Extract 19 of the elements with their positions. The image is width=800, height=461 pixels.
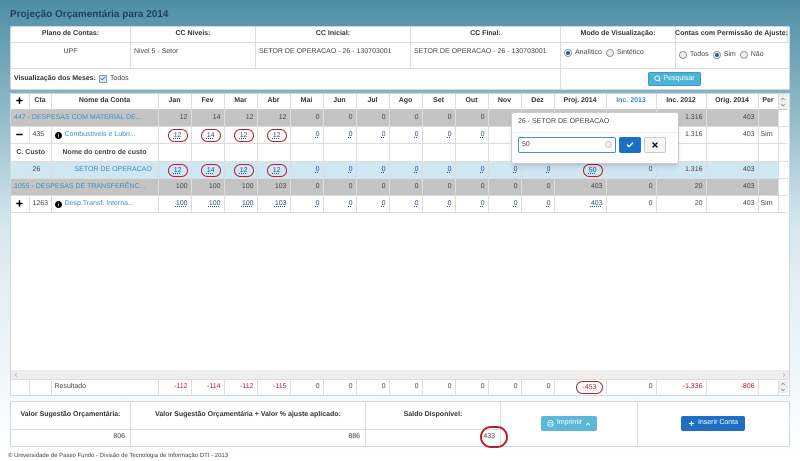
info-icon[interactable] [54, 200, 62, 208]
radio-button[interactable] [712, 51, 721, 60]
radio-button[interactable] [606, 49, 614, 58]
radio-button[interactable] [740, 51, 748, 60]
caret-icon [585, 420, 592, 426]
plus-icon [688, 420, 695, 427]
close-icon [651, 140, 659, 149]
page-title: Projeção Orçamentária para 2014 [10, 8, 168, 22]
search-icon [654, 75, 662, 82]
confirm-button[interactable] [619, 136, 641, 153]
radio-button[interactable] [564, 49, 572, 58]
cancel-button[interactable] [644, 136, 666, 153]
checkbox[interactable] [98, 74, 107, 83]
radio-button[interactable] [679, 51, 687, 60]
expand-icon[interactable] [15, 198, 24, 208]
printer-icon [546, 420, 554, 427]
info-icon[interactable] [54, 132, 62, 139]
check-icon [626, 140, 634, 149]
expand-all-icon[interactable] [15, 96, 24, 106]
